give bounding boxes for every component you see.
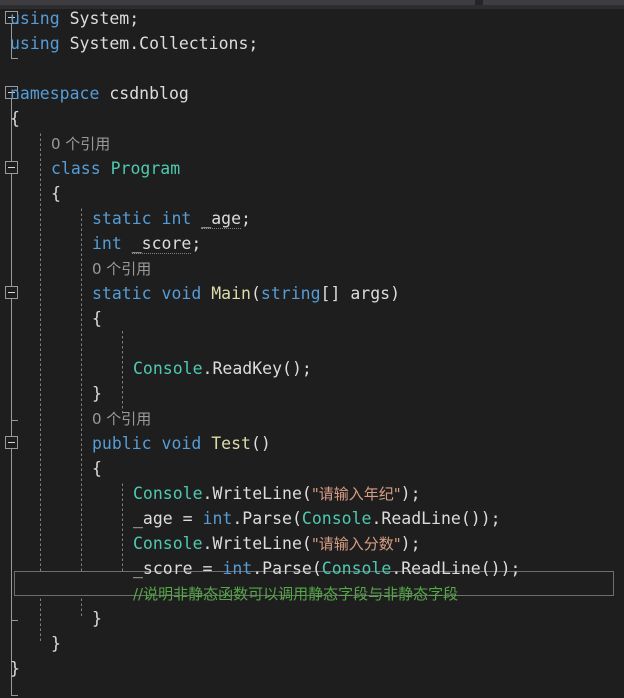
code-token-type: Program: [110, 159, 181, 178]
code-line[interactable]: Console.WriteLine("请输入年纪");: [133, 481, 421, 506]
code-token-plain: .Parse(: [232, 509, 302, 528]
code-token-plain: .WriteLine(: [202, 484, 312, 503]
code-line[interactable]: }: [10, 656, 20, 681]
codelens-reference-count[interactable]: 0 个引用: [51, 131, 110, 156]
code-token-plain: System;: [59, 9, 140, 28]
code-line[interactable]: }: [92, 381, 102, 406]
code-token-kw: public: [92, 434, 152, 453]
code-token-brace: {: [92, 459, 102, 478]
code-token-kw: int: [161, 209, 192, 228]
code-token-plain: System.Collections;: [59, 34, 259, 53]
code-line[interactable]: {: [92, 456, 102, 481]
code-token-kw: string: [260, 284, 321, 303]
code-token-plain: _score =: [133, 559, 223, 578]
code-line[interactable]: }: [92, 606, 102, 631]
code-line[interactable]: {: [10, 106, 20, 131]
code-token-plain: (: [250, 284, 261, 303]
code-token-kw: class: [51, 159, 101, 178]
code-line[interactable]: }: [51, 631, 61, 656]
code-token-type: Console: [133, 484, 203, 503]
code-token-brace: }: [51, 634, 61, 653]
code-line[interactable]: //说明非静态函数可以调用静态字段与非静态字段: [133, 581, 458, 606]
code-token-brace: {: [92, 309, 102, 328]
code-token-method: Test: [211, 434, 251, 453]
code-editor-surface[interactable]: using System; using System.Collections; na…: [0, 9, 624, 698]
code-token-plain: );: [400, 534, 421, 553]
code-token-plain: ;: [241, 209, 251, 228]
code-line[interactable]: using System;: [10, 6, 139, 31]
code-line[interactable]: using System.Collections;: [10, 31, 258, 56]
code-token-method: Main: [211, 284, 251, 303]
code-line[interactable]: class Program: [51, 156, 180, 181]
code-token-str: "请输入年纪": [311, 485, 401, 503]
code-line[interactable]: static int _age;: [92, 206, 251, 231]
code-token-kw: using: [10, 9, 60, 28]
code-token-kw: int: [222, 559, 253, 578]
code-token-plain: .ReadLine());: [371, 509, 501, 528]
code-token-plain: .Parse(: [252, 559, 322, 578]
code-token-kw: int: [202, 509, 233, 528]
code-token-plain: (): [250, 434, 271, 453]
code-token-type: Console: [301, 509, 372, 528]
code-token-unused: _age: [201, 209, 242, 229]
code-line[interactable]: {: [92, 306, 102, 331]
code-token-cmt: //说明非静态函数可以调用静态字段与非静态字段: [133, 585, 459, 603]
codelens-reference-count[interactable]: 0 个引用: [92, 256, 151, 281]
code-token-brace: {: [51, 184, 61, 203]
code-token-kw: void: [161, 284, 202, 303]
code-line[interactable]: public void Test(): [92, 431, 271, 456]
code-token-lens: 0 个引用: [92, 410, 152, 428]
code-token-plain: csdnblog: [99, 84, 189, 103]
code-line[interactable]: _score = int.Parse(Console.ReadLine());: [133, 556, 520, 581]
code-token-kw: void: [161, 434, 202, 453]
code-token-kw: namespace: [10, 84, 100, 103]
code-token-plain: .ReadKey();: [202, 359, 312, 378]
code-token-kw: static: [92, 209, 152, 228]
code-token-type: Console: [321, 559, 392, 578]
code-line[interactable]: {: [51, 181, 61, 206]
code-token-kw: using: [10, 34, 60, 53]
code-token-plain: ;: [191, 234, 202, 253]
code-token-plain: );: [400, 484, 421, 503]
code-token-plain: .ReadLine());: [391, 559, 521, 578]
code-text-layer[interactable]: using System; using System.Collections; na…: [0, 9, 624, 698]
code-token-brace: }: [10, 659, 20, 678]
codelens-reference-count[interactable]: 0 个引用: [92, 406, 151, 431]
code-token-plain: _age =: [133, 509, 203, 528]
code-token-kw: int: [92, 234, 122, 253]
code-token-brace: }: [92, 384, 102, 403]
code-line[interactable]: _age = int.Parse(Console.ReadLine());: [133, 506, 501, 531]
code-token-kw: static: [92, 284, 152, 303]
code-token-brace: {: [10, 109, 20, 128]
code-token-unused: _score: [131, 234, 192, 254]
code-token-type: Console: [133, 359, 203, 378]
code-token-plain: .WriteLine(: [202, 534, 312, 553]
code-token-lens: 0 个引用: [92, 260, 152, 278]
code-line[interactable]: Console.ReadKey();: [133, 356, 312, 381]
code-token-lens: 0 个引用: [51, 135, 111, 153]
code-token-brace: }: [92, 609, 102, 628]
code-token-type: Console: [133, 534, 203, 553]
code-line[interactable]: int _score;: [92, 231, 201, 256]
code-token-str: "请输入分数": [311, 535, 401, 553]
code-token-plain: [] args): [320, 284, 401, 303]
code-line[interactable]: Console.WriteLine("请输入分数");: [133, 531, 421, 556]
code-line[interactable]: static void Main(string[] args): [92, 281, 400, 306]
code-line[interactable]: namespace csdnblog: [10, 81, 189, 106]
